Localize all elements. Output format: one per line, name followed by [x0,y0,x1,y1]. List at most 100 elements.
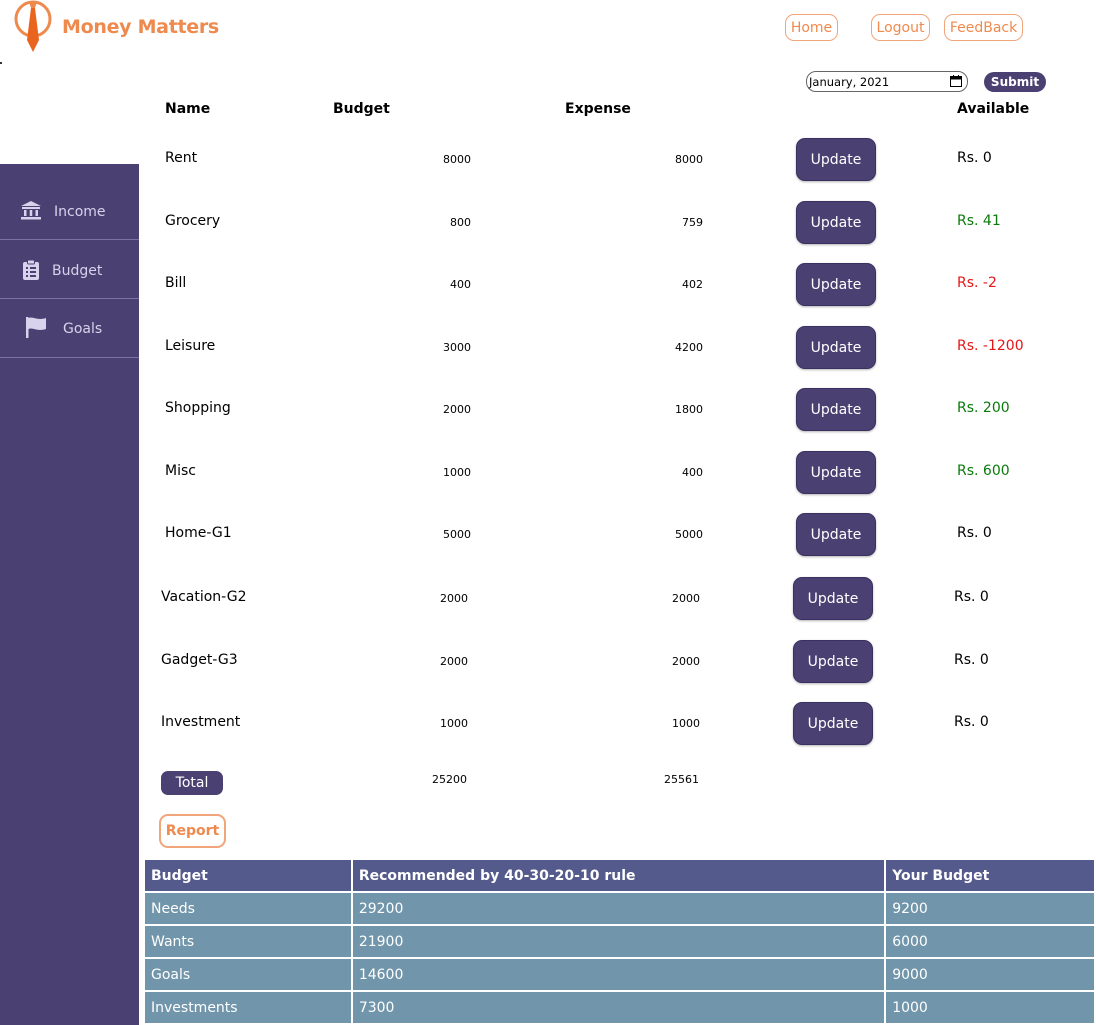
budget-rule-table: Budget Recommended by 40-30-20-10 rule Y… [143,858,1096,1025]
table-cell: 9000 [886,959,1094,990]
table-row: Wants 21900 6000 [145,926,1094,957]
table-row: Goals 14600 9000 [145,959,1094,990]
rule-header-recommended: Recommended by 40-30-20-10 rule [352,860,885,891]
update-button[interactable]: Update [796,138,876,181]
row-available: Rs. 41 [957,213,1001,229]
row-budget: 400 [450,278,471,291]
row-expense: 402 [682,278,703,291]
total-button[interactable]: Total [161,771,223,795]
row-name: Gadget-G3 [161,652,238,668]
app-logo[interactable]: Money Matters [14,0,219,54]
row-budget: 1000 [443,466,471,479]
sidebar-item-label: Goals [63,321,103,337]
column-header-name: Name [165,101,211,117]
sidebar-item-label: Budget [52,263,103,279]
row-expense: 2000 [672,655,700,668]
update-button[interactable]: Update [796,451,876,494]
month-value: January, 2021 [809,74,890,89]
update-button[interactable]: Update [796,388,876,431]
row-budget: 8000 [443,153,471,166]
row-budget: 2000 [440,592,468,605]
row-name: Misc [165,463,196,479]
row-name: Grocery [165,213,221,229]
row-available: Rs. 0 [954,589,989,605]
page: Money Matters Home Logout FeedBack Incom… [0,0,1096,1025]
total-expense: 25561 [664,773,699,786]
table-cell: 9200 [886,893,1094,924]
update-button[interactable]: Update [796,263,876,306]
table-cell: 29200 [352,893,885,924]
bank-icon [20,199,42,221]
update-button[interactable]: Update [793,640,873,683]
submit-button[interactable]: Submit [984,72,1046,92]
row-name: Leisure [165,338,216,354]
sidebar-item-goals[interactable]: Goals [0,300,139,358]
table-cell: 7300 [352,992,885,1023]
row-available: Rs. 600 [957,463,1010,479]
table-cell: 14600 [352,959,885,990]
column-header-expense: Expense [565,101,631,117]
table-cell: 1000 [886,992,1094,1023]
row-budget: 1000 [440,717,468,730]
row-available: Rs. 0 [954,652,989,668]
update-button[interactable]: Update [796,513,876,556]
table-cell: 21900 [352,926,885,957]
row-expense: 5000 [675,528,703,541]
logout-button[interactable]: Logout [871,14,930,41]
row-available: Rs. 0 [957,525,992,541]
row-name: Shopping [165,400,231,416]
row-name: Home-G1 [165,525,232,541]
home-button[interactable]: Home [785,14,838,41]
table-cell: Goals [145,959,351,990]
column-header-available: Available [957,101,1030,117]
row-available: Rs. 0 [957,150,992,166]
update-button[interactable]: Update [796,201,876,244]
logo-icon [14,0,52,52]
table-cell: 6000 [886,926,1094,957]
row-expense: 1800 [675,403,703,416]
row-expense: 1000 [672,717,700,730]
divider-dot [0,62,2,64]
total-budget: 25200 [432,773,467,786]
app-name: Money Matters [62,16,219,38]
row-expense: 2000 [672,592,700,605]
row-available: Rs. -2 [957,275,997,291]
sidebar-item-budget[interactable]: Budget [0,241,139,299]
row-name: Vacation-G2 [161,589,247,605]
table-row: Investments 7300 1000 [145,992,1094,1023]
report-button[interactable]: Report [159,814,226,848]
update-button[interactable]: Update [793,702,873,745]
update-button[interactable]: Update [796,326,876,369]
row-name: Rent [165,150,198,166]
row-available: Rs. 0 [954,714,989,730]
table-row: Needs 29200 9200 [145,893,1094,924]
flag-icon [25,316,47,338]
table-cell: Needs [145,893,351,924]
row-available: Rs. -1200 [957,338,1024,354]
row-budget: 800 [450,216,471,229]
row-budget: 5000 [443,528,471,541]
sidebar-item-label: Income [54,204,106,220]
rule-header-budget: Budget [145,860,351,891]
update-button[interactable]: Update [793,577,873,620]
row-budget: 3000 [443,341,471,354]
row-expense: 8000 [675,153,703,166]
row-expense: 759 [682,216,703,229]
table-header-row: Budget Recommended by 40-30-20-10 rule Y… [145,860,1094,891]
column-header-budget: Budget [333,101,390,117]
row-budget: 2000 [443,403,471,416]
feedback-button[interactable]: FeedBack [944,14,1023,41]
table-cell: Investments [145,992,351,1023]
rule-header-your-budget: Your Budget [886,860,1094,891]
row-expense: 400 [682,466,703,479]
row-name: Bill [165,275,187,291]
table-cell: Wants [145,926,351,957]
calendar-icon[interactable] [950,75,962,87]
sidebar: Income Budget Goals [0,164,139,1025]
row-expense: 4200 [675,341,703,354]
month-input[interactable]: January, 2021 [806,71,968,92]
sidebar-item-income[interactable]: Income [0,182,139,240]
row-name: Investment [161,714,241,730]
row-budget: 2000 [440,655,468,668]
clipboard-icon [20,259,42,281]
